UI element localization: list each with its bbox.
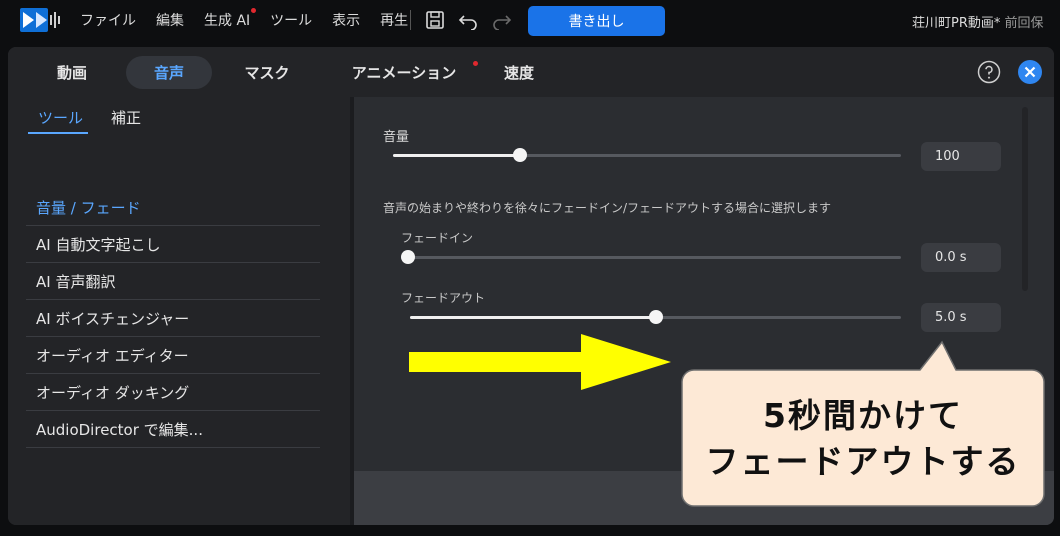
help-icon[interactable]: [977, 60, 1001, 84]
tab-animation[interactable]: アニメーション: [344, 56, 478, 89]
menu-edit[interactable]: 編集: [156, 10, 184, 30]
tool-audiodirector[interactable]: AudioDirector で編集...: [26, 411, 320, 448]
menu-file[interactable]: ファイル: [80, 10, 136, 30]
subtab-underline: [28, 132, 88, 134]
close-icon[interactable]: [1017, 59, 1043, 85]
subtab-correction[interactable]: 補正: [111, 107, 141, 128]
volume-slider-thumb[interactable]: [513, 148, 527, 162]
menu-tools[interactable]: ツール: [270, 10, 312, 30]
fade-out-slider-fill: [410, 316, 656, 319]
export-button[interactable]: 書き出し: [528, 6, 665, 36]
menu-playback[interactable]: 再生: [380, 10, 408, 30]
redo-icon[interactable]: [492, 10, 512, 30]
save-icon[interactable]: [425, 10, 445, 30]
fade-out-slider-thumb[interactable]: [648, 310, 663, 324]
project-name: 荘川町PR動画*: [912, 16, 1001, 31]
tab-audio[interactable]: 音声: [126, 56, 212, 89]
volume-slider-fill: [393, 154, 520, 157]
volume-value-field[interactable]: 100: [921, 142, 1001, 171]
fade-out-label: フェードアウト: [401, 291, 486, 305]
tab-speed[interactable]: 速度: [494, 56, 544, 89]
toolbar-divider: [410, 10, 411, 30]
tab-mask[interactable]: マスク: [234, 56, 300, 89]
app-logo-icon: [20, 8, 60, 32]
notification-dot: [251, 8, 257, 13]
tab-video[interactable]: 動画: [42, 56, 102, 89]
volume-label: 音量: [383, 130, 410, 145]
callout-text: 5秒間かけて フェードアウトする: [680, 370, 1046, 508]
fade-in-value-field[interactable]: 0.0 s: [921, 243, 1001, 272]
fade-in-slider-thumb[interactable]: [401, 250, 415, 264]
tab-animation-label: アニメーション: [351, 64, 457, 82]
menu-view[interactable]: 表示: [332, 10, 360, 30]
fade-in-label: フェードイン: [401, 231, 474, 245]
scrollbar[interactable]: [1022, 107, 1028, 291]
notification-dot: [473, 61, 478, 66]
yellow-arrow-icon: [409, 334, 671, 390]
title-bar: ファイル 編集 生成 AI ツール 表示 再生 書き出し 荘川町PR動画* 前回…: [0, 0, 1060, 40]
undo-icon[interactable]: [458, 10, 478, 30]
fade-out-slider[interactable]: [410, 310, 901, 324]
tool-ai-translation[interactable]: AI 音声翻訳: [26, 263, 320, 300]
fade-out-value-field[interactable]: 5.0 s: [921, 303, 1001, 332]
volume-slider[interactable]: [393, 148, 901, 162]
last-saved-label: 前回保: [1004, 16, 1044, 31]
tool-audio-editor[interactable]: オーディオ エディター: [26, 337, 320, 374]
fade-in-slider[interactable]: [401, 250, 901, 264]
callout-line-2: フェードアウトする: [705, 442, 1021, 481]
menu-generate-ai[interactable]: 生成 AI: [204, 8, 257, 30]
tool-volume-fade[interactable]: 音量 / フェード: [26, 189, 320, 226]
tool-audio-ducking[interactable]: オーディオ ダッキング: [26, 374, 320, 411]
tool-list: 音量 / フェード AI 自動文字起こし AI 音声翻訳 AI ボイスチェンジャ…: [26, 189, 320, 448]
menu-bar: ファイル 編集 生成 AI ツール 表示 再生: [80, 0, 428, 40]
tool-ai-transcription[interactable]: AI 自動文字起こし: [26, 226, 320, 263]
menu-generate-ai-label: 生成 AI: [204, 13, 251, 29]
callout-line-1: 5秒間かけて: [763, 396, 963, 435]
fade-description: 音声の始まりや終わりを徐々にフェードイン/フェードアウトする場合に選択します: [383, 201, 832, 215]
panel-tabs: 動画 音声 マスク アニメーション 速度: [8, 47, 1054, 97]
subtab-tools[interactable]: ツール: [38, 107, 83, 128]
project-title: 荘川町PR動画* 前回保: [912, 12, 1044, 31]
tool-ai-voice-changer[interactable]: AI ボイスチェンジャー: [26, 300, 320, 337]
tool-sidebar: ツール 補正 音量 / フェード AI 自動文字起こし AI 音声翻訳 AI ボ…: [8, 97, 350, 525]
